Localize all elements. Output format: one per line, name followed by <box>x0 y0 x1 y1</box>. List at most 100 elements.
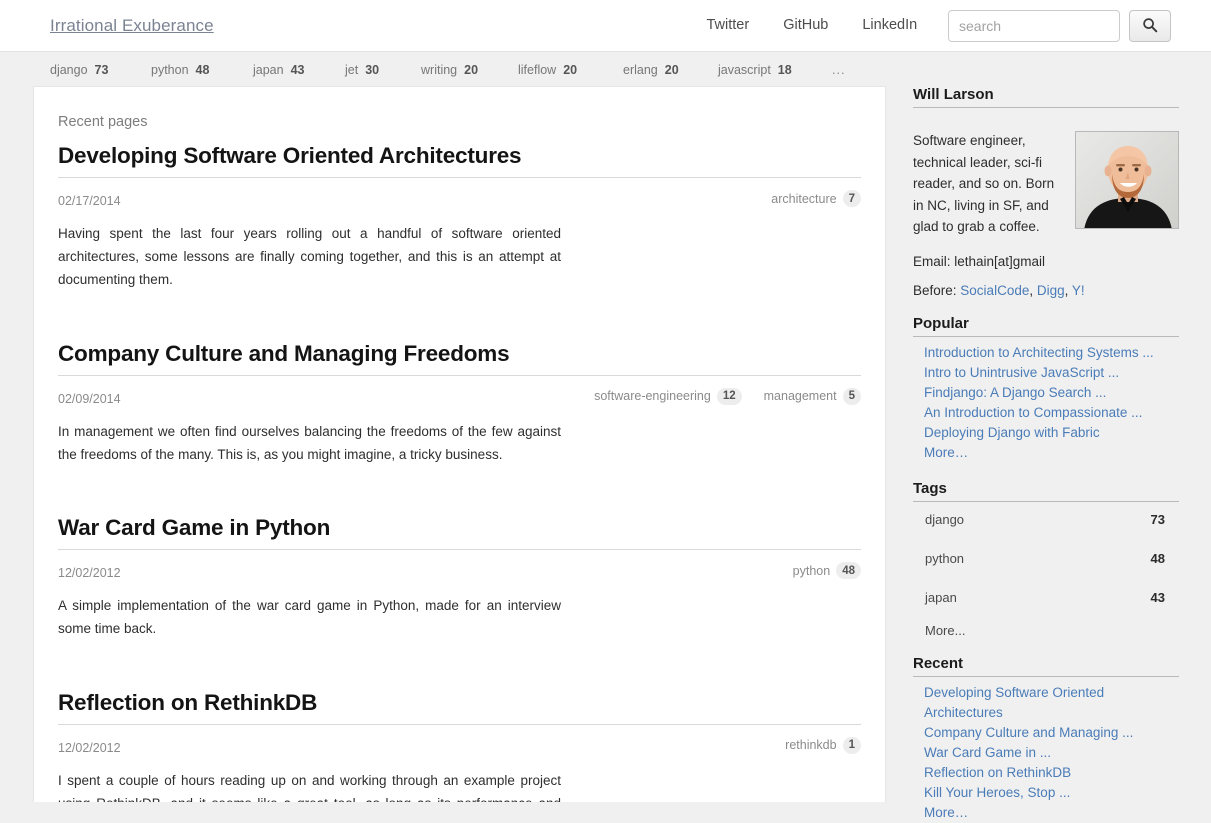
tagstrip-item-lifeflow[interactable]: lifeflow 20 <box>518 63 577 77</box>
tagstrip-item-japan[interactable]: japan 43 <box>253 63 305 77</box>
popular-link-5[interactable]: More… <box>924 443 1179 463</box>
popular-link-1[interactable]: Intro to Unintrusive JavaScript ... <box>924 363 1179 383</box>
article-item: Reflection on RethinkDB 12/02/2012 rethink… <box>58 690 861 803</box>
tag-strip: django 73 python 48 japan 43 jet 30 writing 20 lif… <box>0 53 1211 86</box>
recent-link-5[interactable]: More… <box>924 803 1179 823</box>
before-link-yahoo[interactable]: Y! <box>1072 283 1085 298</box>
article-tag-count: 1 <box>842 736 861 754</box>
article-tag-count: 12 <box>716 387 742 405</box>
article-tags: rethinkdb 1 <box>785 736 861 754</box>
sidebar-tag-row-django[interactable]: django 73 <box>925 512 1165 551</box>
nav-github[interactable]: GitHub <box>783 17 828 33</box>
search-input[interactable] <box>948 10 1120 42</box>
article-tag-label: management <box>763 389 837 403</box>
article-title-link[interactable]: War Card Game in Python <box>58 515 861 550</box>
article-tag-software-engineering[interactable]: software-engineering 12 <box>594 387 742 405</box>
article-tag-python[interactable]: python 48 <box>793 562 861 579</box>
tagstrip-item-writing[interactable]: writing 20 <box>421 63 478 77</box>
tagstrip-item-count: 30 <box>365 62 380 77</box>
tagstrip-item-count: 48 <box>195 62 210 77</box>
search-button[interactable] <box>1129 10 1171 42</box>
article-tag-management[interactable]: management 5 <box>763 387 861 405</box>
nav-linkedin[interactable]: LinkedIn <box>862 17 917 33</box>
article-title-link[interactable]: Company Culture and Managing Freedoms <box>58 341 861 376</box>
tagstrip-item-label: python <box>151 62 189 77</box>
recent-link-3[interactable]: Reflection on RethinkDB <box>924 763 1179 783</box>
tagstrip-item-label: lifeflow <box>518 62 557 77</box>
comma-1: , <box>1029 282 1034 298</box>
article-summary: Having spent the last four years rolling… <box>58 226 561 287</box>
article-tags: software-engineering 12 management 5 <box>594 387 861 405</box>
popular-links: Introduction to Architecting Systems ...… <box>913 343 1179 463</box>
recent-heading: Recent <box>913 655 1179 677</box>
article-meta: 12/02/2012 rethinkdb 1 <box>58 736 861 759</box>
nav-twitter[interactable]: Twitter <box>707 17 750 33</box>
article-tag-count: 5 <box>842 387 861 405</box>
search-icon <box>1142 17 1158 36</box>
article-item: Company Culture and Managing Freedoms 02/… <box>58 341 861 490</box>
header-nav: Twitter GitHub LinkedIn RSS <box>707 17 982 33</box>
article-date: 02/09/2014 <box>58 391 121 406</box>
tags-list: django 73 python 48 japan 43 <box>913 512 1179 629</box>
article-title-link[interactable]: Developing Software Oriented Architectur… <box>58 143 861 178</box>
article-tags: python 48 <box>793 562 861 579</box>
author-before-line: Before: SocialCode, Digg, Y! <box>913 283 1179 298</box>
article-meta: 02/17/2014 architecture 7 <box>58 190 861 212</box>
site-title[interactable]: Irrational Exuberance <box>50 16 214 36</box>
popular-section: Popular Introduction to Architecting Sys… <box>913 315 1179 463</box>
tagstrip-item-erlang[interactable]: erlang 20 <box>623 63 679 77</box>
recent-link-1[interactable]: Company Culture and Managing ... <box>924 723 1179 743</box>
tags-more-link[interactable]: More... <box>913 623 1179 638</box>
tagstrip-item-jet[interactable]: jet 30 <box>345 63 379 77</box>
article-date: 12/02/2012 <box>58 740 121 755</box>
tagstrip-item-count: 20 <box>563 62 578 77</box>
article-date: 12/02/2012 <box>58 566 121 580</box>
author-bio-block: Software engineer, technical leader, sci… <box>913 130 1179 238</box>
tagstrip-item-django[interactable]: django 73 <box>50 63 108 77</box>
recent-link-2[interactable]: War Card Game in ... <box>924 743 1179 763</box>
article-tag-label: software-engineering <box>594 389 711 403</box>
avatar <box>1075 131 1179 229</box>
tagstrip-more-link[interactable]: ... <box>832 63 845 77</box>
article-summary: I spent a couple of hours reading up on … <box>58 772 561 803</box>
recent-link-4[interactable]: Kill Your Heroes, Stop ... <box>924 783 1179 803</box>
popular-heading: Popular <box>913 315 1179 337</box>
recent-link-0[interactable]: Developing Software Oriented Architectur… <box>924 683 1179 723</box>
tags-heading: Tags <box>913 480 1179 502</box>
recent-section: Recent Developing Software Oriented Arch… <box>913 655 1179 823</box>
comma-2: , <box>1064 282 1069 298</box>
before-link-socialcode[interactable]: SocialCode <box>960 283 1029 298</box>
author-email: Email: lethain[at]gmail <box>913 253 1046 269</box>
article-meta: 12/02/2012 python 48 <box>58 562 861 584</box>
tagstrip-item-python[interactable]: python 48 <box>151 63 209 77</box>
site-header: Irrational Exuberance Twitter GitHub Lin… <box>0 0 1211 52</box>
article-tag-label: rethinkdb <box>785 738 837 752</box>
author-bio-text: Software engineer, technical leader, sci… <box>913 133 1055 234</box>
article-list: Developing Software Oriented Architectur… <box>58 143 861 802</box>
article-tag-count: 7 <box>842 190 861 207</box>
tagstrip-item-label: japan <box>253 62 284 77</box>
article-tag-architecture[interactable]: architecture 7 <box>771 190 861 207</box>
popular-link-3[interactable]: An Introduction to Compassionate ... <box>924 403 1179 423</box>
popular-link-0[interactable]: Introduction to Architecting Systems ... <box>924 343 1179 363</box>
popular-link-4[interactable]: Deploying Django with Fabric <box>924 423 1179 443</box>
article-item: War Card Game in Python 12/02/2012 python 4… <box>58 515 861 664</box>
before-link-digg[interactable]: Digg <box>1037 283 1065 298</box>
tags-section: Tags django 73 python 48 japan 43 More... <box>913 480 1179 638</box>
tagstrip-item-label: writing <box>421 62 458 77</box>
article-summary: A simple implementation of the war card … <box>58 598 561 636</box>
tagstrip-item-label: django <box>50 62 88 77</box>
sidebar-tag-row-python[interactable]: python 48 <box>925 551 1165 590</box>
before-label: Before: <box>913 282 957 298</box>
article-tag-rethinkdb[interactable]: rethinkdb 1 <box>785 736 861 754</box>
article-summary: In management we often find ourselves ba… <box>58 423 561 462</box>
sidebar-tag-name: japan <box>925 589 957 605</box>
popular-link-2[interactable]: Findjango: A Django Search ... <box>924 383 1179 403</box>
sidebar-tag-count: 73 <box>1150 511 1165 527</box>
article-tag-label: python <box>792 563 831 578</box>
article-title-link[interactable]: Reflection on RethinkDB <box>58 690 861 725</box>
search-form <box>948 10 1171 42</box>
article-tag-count: 48 <box>836 562 861 579</box>
tagstrip-item-javascript[interactable]: javascript 18 <box>718 63 792 77</box>
tagstrip-item-count: 20 <box>464 62 479 77</box>
